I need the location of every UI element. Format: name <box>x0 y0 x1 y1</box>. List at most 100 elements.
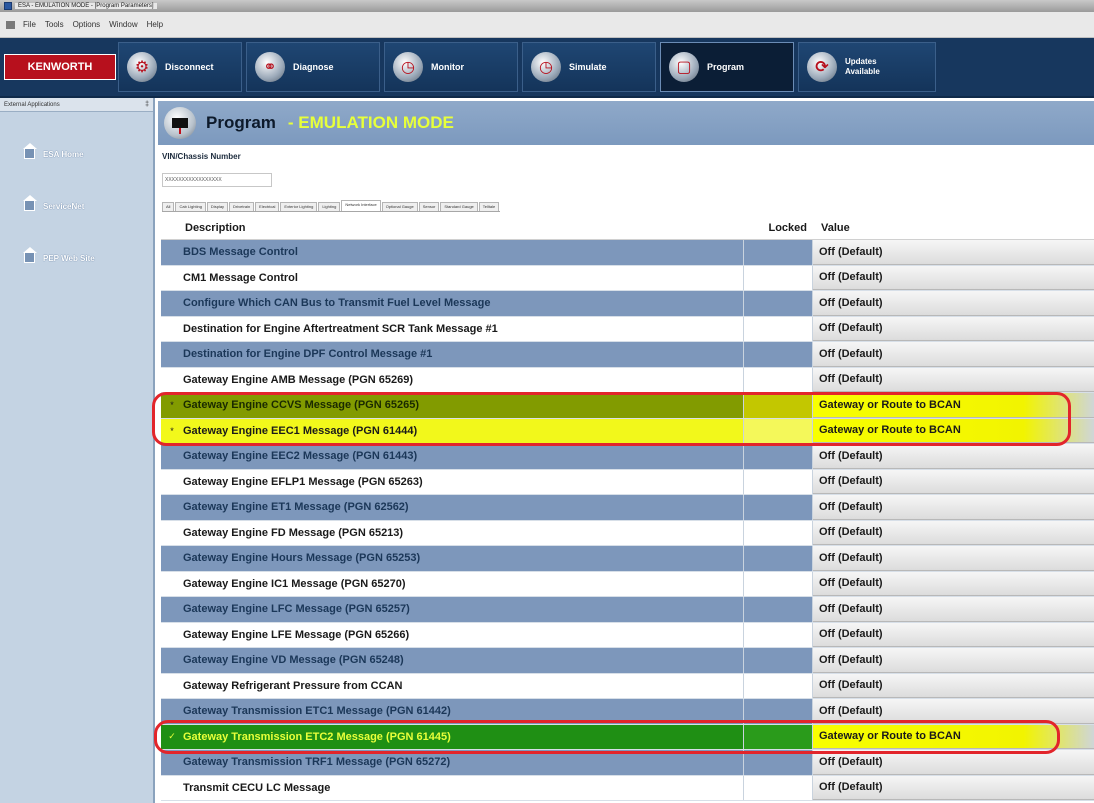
table-row[interactable]: Gateway Engine FD Message (PGN 65213) Off… <box>161 520 1094 546</box>
row-locked-cell[interactable] <box>743 520 813 545</box>
row-locked-cell[interactable] <box>743 444 813 469</box>
tab-display[interactable]: Display <box>206 202 229 211</box>
table-row[interactable]: Gateway Engine AMB Message (PGN 65269) Of… <box>161 367 1094 393</box>
value-dropdown[interactable]: Off (Default) <box>813 367 1094 392</box>
row-locked-cell[interactable] <box>743 724 813 749</box>
pin-icon[interactable]: ‡ <box>145 101 149 108</box>
tab-exterior-lighting[interactable]: Exterior Lighting <box>280 202 318 211</box>
row-locked-cell[interactable] <box>743 291 813 316</box>
tab-lighting[interactable]: Lighting <box>318 202 341 211</box>
simulate-button[interactable]: ◷ Simulate <box>522 42 656 92</box>
value-dropdown[interactable]: Off (Default) <box>813 571 1094 596</box>
row-locked-cell[interactable] <box>743 367 813 392</box>
column-header-locked[interactable]: Locked <box>743 222 813 234</box>
value-dropdown[interactable]: Off (Default) <box>813 495 1094 520</box>
table-row[interactable]: Transmit CECU LC Message Off (Default) <box>161 775 1094 801</box>
row-locked-cell[interactable] <box>743 673 813 698</box>
tab-drivetrain[interactable]: Drivetrain <box>229 202 255 211</box>
menu-file[interactable]: File <box>23 20 36 29</box>
table-row-modified[interactable]: * Gateway Engine CCVS Message (PGN 65265)… <box>161 393 1094 419</box>
table-row[interactable]: Gateway Engine EFLP1 Message (PGN 65263)… <box>161 469 1094 495</box>
sidebar-item-pep-web-site[interactable]: PEP Web Site <box>0 247 153 268</box>
table-row[interactable]: Gateway Engine LFC Message (PGN 65257) Of… <box>161 597 1094 623</box>
value-dropdown[interactable]: Off (Default) <box>813 648 1094 673</box>
row-locked-cell[interactable] <box>743 699 813 724</box>
table-row[interactable]: CM1 Message Control Off (Default) <box>161 265 1094 291</box>
value-dropdown[interactable]: Off (Default) <box>813 342 1094 367</box>
table-row-selected[interactable]: ✓ Gateway Transmission ETC2 Message (PGN … <box>161 724 1094 750</box>
value-dropdown[interactable]: Off (Default) <box>813 546 1094 571</box>
row-locked-cell[interactable] <box>743 265 813 290</box>
row-locked-cell[interactable] <box>743 775 813 800</box>
tab-electrical[interactable]: Electrical <box>255 202 280 211</box>
diagnose-button[interactable]: ⚭ Diagnose <box>246 42 380 92</box>
row-description: Gateway Refrigerant Pressure from CCAN <box>183 679 403 692</box>
value-dropdown[interactable]: Off (Default) <box>813 316 1094 341</box>
value-dropdown[interactable]: Off (Default) <box>813 265 1094 290</box>
column-header-value[interactable]: Value <box>813 222 850 234</box>
table-row[interactable]: Destination for Engine DPF Control Messa… <box>161 342 1094 368</box>
tab-all[interactable]: All <box>162 202 175 211</box>
table-row[interactable]: Gateway Engine IC1 Message (PGN 65270) Of… <box>161 571 1094 597</box>
row-locked-cell[interactable] <box>743 495 813 520</box>
value-dropdown[interactable]: Off (Default) <box>813 622 1094 647</box>
value-dropdown[interactable]: Off (Default) <box>813 469 1094 494</box>
value-dropdown[interactable]: Gateway or Route to BCAN <box>813 418 1094 443</box>
table-row[interactable]: Gateway Engine VD Message (PGN 65248) Off… <box>161 648 1094 674</box>
row-locked-cell[interactable] <box>743 648 813 673</box>
tab-sensor[interactable]: Sensor <box>418 202 440 211</box>
row-locked-cell[interactable] <box>743 546 813 571</box>
value-dropdown[interactable]: Off (Default) <box>813 597 1094 622</box>
table-row[interactable]: Gateway Engine EEC2 Message (PGN 61443) O… <box>161 444 1094 470</box>
app-icon <box>4 2 12 10</box>
row-locked-cell[interactable] <box>743 342 813 367</box>
row-locked-cell[interactable] <box>743 469 813 494</box>
value-dropdown[interactable]: Off (Default) <box>813 750 1094 775</box>
row-locked-cell[interactable] <box>743 240 813 265</box>
tab-telltale[interactable]: Telltale <box>478 202 500 211</box>
table-row[interactable]: Gateway Engine Hours Message (PGN 65253)… <box>161 546 1094 572</box>
value-dropdown[interactable]: Off (Default) <box>813 673 1094 698</box>
tab-network-interface[interactable]: Network Interface <box>341 200 381 211</box>
value-dropdown[interactable]: Off (Default) <box>813 699 1094 724</box>
row-locked-cell[interactable] <box>743 597 813 622</box>
table-row[interactable]: Destination for Engine Aftertreatment SC… <box>161 316 1094 342</box>
row-locked-cell[interactable] <box>743 393 813 418</box>
vin-field[interactable]: XXXXXXXXXXXXXXXXX <box>162 173 272 187</box>
system-menu-icon[interactable] <box>6 20 15 29</box>
disconnect-button[interactable]: ⚙ Disconnect <box>118 42 242 92</box>
table-row[interactable]: Gateway Transmission ETC1 Message (PGN 6… <box>161 699 1094 725</box>
menu-options[interactable]: Options <box>73 20 101 29</box>
value-dropdown[interactable]: Off (Default) <box>813 444 1094 469</box>
table-row[interactable]: Configure Which CAN Bus to Transmit Fuel… <box>161 291 1094 317</box>
column-header-description[interactable]: Description <box>161 222 743 234</box>
menu-help[interactable]: Help <box>147 20 163 29</box>
table-row[interactable]: BDS Message Control Off (Default) <box>161 240 1094 266</box>
menu-window[interactable]: Window <box>109 20 137 29</box>
tab-optional-gauge[interactable]: Optional Gauge <box>381 202 418 211</box>
row-locked-cell[interactable] <box>743 418 813 443</box>
value-dropdown[interactable]: Off (Default) <box>813 291 1094 316</box>
table-row-modified[interactable]: * Gateway Engine EEC1 Message (PGN 61444)… <box>161 418 1094 444</box>
table-row[interactable]: Gateway Engine LFE Message (PGN 65266) Of… <box>161 622 1094 648</box>
sidebar-item-esa-home[interactable]: ESA Home <box>0 143 153 164</box>
value-dropdown[interactable]: Gateway or Route to BCAN <box>813 393 1094 418</box>
value-dropdown[interactable]: Off (Default) <box>813 775 1094 800</box>
program-button[interactable]: ▢ Program <box>660 42 794 92</box>
sidebar-item-servicenet[interactable]: ServiceNet <box>0 195 153 216</box>
table-row[interactable]: Gateway Transmission TRF1 Message (PGN 6… <box>161 750 1094 776</box>
menu-tools[interactable]: Tools <box>45 20 64 29</box>
tab-cab-lighting[interactable]: Cab Lighting <box>175 202 206 211</box>
table-row[interactable]: Gateway Refrigerant Pressure from CCAN Of… <box>161 673 1094 699</box>
updates-button[interactable]: ⟳ Updates Available <box>798 42 936 92</box>
row-locked-cell[interactable] <box>743 622 813 647</box>
row-locked-cell[interactable] <box>743 571 813 596</box>
value-dropdown[interactable]: Off (Default) <box>813 520 1094 545</box>
row-locked-cell[interactable] <box>743 316 813 341</box>
value-dropdown[interactable]: Gateway or Route to BCAN <box>813 724 1094 749</box>
tab-standard-gauge[interactable]: Standard Gauge <box>440 202 478 211</box>
value-dropdown[interactable]: Off (Default) <box>813 240 1094 265</box>
row-locked-cell[interactable] <box>743 750 813 775</box>
monitor-button[interactable]: ◷ Monitor <box>384 42 518 92</box>
table-row[interactable]: Gateway Engine ET1 Message (PGN 62562) Of… <box>161 495 1094 521</box>
